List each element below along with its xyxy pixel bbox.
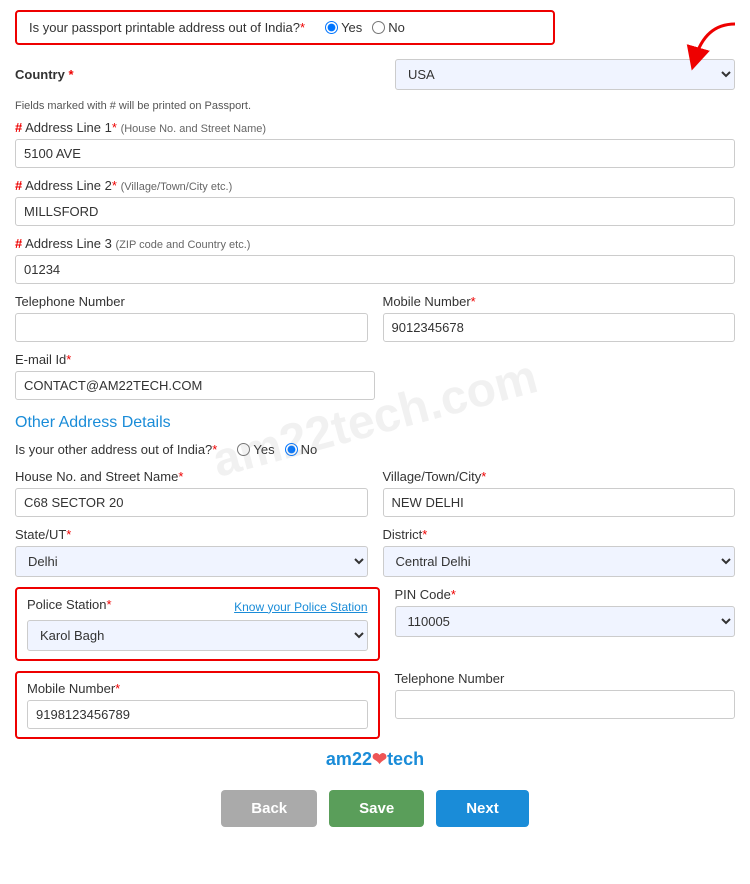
district-label: District* xyxy=(383,527,736,542)
other-no-label[interactable]: No xyxy=(285,442,318,457)
other-yes-label[interactable]: Yes xyxy=(237,442,274,457)
village-group: Village/Town/City* xyxy=(383,469,736,517)
pin-code-group: PIN Code* 110005 110001 110006 110020 xyxy=(395,587,736,661)
email-group: E-mail Id* xyxy=(15,352,375,400)
telephone2-group: Telephone Number xyxy=(395,671,736,739)
mobile2-label: Mobile Number* xyxy=(27,681,368,696)
state-group: State/UT* Delhi Maharashtra Karnataka Ta… xyxy=(15,527,368,577)
address-line1-label: # Address Line 1* (House No. and Street … xyxy=(15,120,735,135)
address-line2-input[interactable] xyxy=(15,197,735,226)
police-station-label: Police Station* xyxy=(27,597,112,612)
address-line3-input[interactable] xyxy=(15,255,735,284)
telephone2-input[interactable] xyxy=(395,690,736,719)
passport-question-box: Is your passport printable address out o… xyxy=(15,10,555,45)
country-label: Country * xyxy=(15,67,95,82)
village-label: Village/Town/City* xyxy=(383,469,736,484)
country-row: Country * USA India UK Canada Australia xyxy=(15,59,735,90)
email-label: E-mail Id* xyxy=(15,352,375,367)
passport-no-label[interactable]: No xyxy=(372,20,405,35)
address-line3-label: # Address Line 3 (ZIP code and Country e… xyxy=(15,236,735,251)
other-yes-radio[interactable] xyxy=(237,443,250,456)
mobile2-input[interactable] xyxy=(27,700,368,729)
mobile2-tel2-row: Mobile Number* Telephone Number xyxy=(15,671,735,739)
police-header: Police Station* Know your Police Station xyxy=(27,597,368,616)
address-line3-group: # Address Line 3 (ZIP code and Country e… xyxy=(15,236,735,284)
passport-yes-label[interactable]: Yes xyxy=(325,20,362,35)
address-line1-group: # Address Line 1* (House No. and Street … xyxy=(15,120,735,168)
other-no-radio[interactable] xyxy=(285,443,298,456)
pin-code-select[interactable]: 110005 110001 110006 110020 xyxy=(395,606,736,637)
passport-no-radio[interactable] xyxy=(372,21,385,34)
house-village-row: House No. and Street Name* Village/Town/… xyxy=(15,469,735,517)
police-station-select[interactable]: Karol Bagh Connaught Place Janakpuri Roh… xyxy=(27,620,368,651)
country-select[interactable]: USA India UK Canada Australia xyxy=(395,59,735,90)
address-line2-group: # Address Line 2* (Village/Town/City etc… xyxy=(15,178,735,226)
district-select[interactable]: Central Delhi North Delhi South Delhi Ea… xyxy=(383,546,736,577)
mobile-input[interactable] xyxy=(383,313,736,342)
passport-radio-group: Yes No xyxy=(325,20,405,35)
village-input[interactable] xyxy=(383,488,736,517)
other-address-title: Other Address Details xyxy=(15,414,735,432)
mobile-group: Mobile Number* xyxy=(383,294,736,342)
passport-question-text: Is your passport printable address out o… xyxy=(29,20,305,35)
address-line2-label: # Address Line 2* (Village/Town/City etc… xyxy=(15,178,735,193)
house-no-label: House No. and Street Name* xyxy=(15,469,368,484)
address-line1-input[interactable] xyxy=(15,139,735,168)
pin-code-label: PIN Code* xyxy=(395,587,736,602)
house-no-group: House No. and Street Name* xyxy=(15,469,368,517)
telephone-label: Telephone Number xyxy=(15,294,368,309)
telephone2-label: Telephone Number xyxy=(395,671,736,686)
know-police-link[interactable]: Know your Police Station xyxy=(234,600,367,614)
other-address-question-row: Is your other address out of India?* Yes… xyxy=(15,442,735,457)
save-button[interactable]: Save xyxy=(329,790,424,827)
district-group: District* Central Delhi North Delhi Sout… xyxy=(383,527,736,577)
telephone-input[interactable] xyxy=(15,313,368,342)
email-input[interactable] xyxy=(15,371,375,400)
tel-mobile-row: Telephone Number Mobile Number* xyxy=(15,294,735,342)
next-button[interactable]: Next xyxy=(436,790,529,827)
other-address-question-text: Is your other address out of India?* xyxy=(15,442,217,457)
state-select[interactable]: Delhi Maharashtra Karnataka Tamil Nadu xyxy=(15,546,368,577)
telephone-group: Telephone Number xyxy=(15,294,368,342)
state-district-row: State/UT* Delhi Maharashtra Karnataka Ta… xyxy=(15,527,735,577)
mobile2-group: Mobile Number* xyxy=(15,671,380,739)
other-address-radio-group: Yes No xyxy=(237,442,317,457)
back-button[interactable]: Back xyxy=(221,790,317,827)
am22tech-logo: am22❤tech xyxy=(15,749,735,770)
mobile-label: Mobile Number* xyxy=(383,294,736,309)
passport-yes-radio[interactable] xyxy=(325,21,338,34)
passport-note: Fields marked with # will be printed on … xyxy=(15,100,735,112)
house-no-input[interactable] xyxy=(15,488,368,517)
police-station-group: Police Station* Know your Police Station… xyxy=(15,587,380,661)
state-label: State/UT* xyxy=(15,527,368,542)
police-pin-row: Police Station* Know your Police Station… xyxy=(15,587,735,661)
button-row: Back Save Next xyxy=(15,790,735,827)
